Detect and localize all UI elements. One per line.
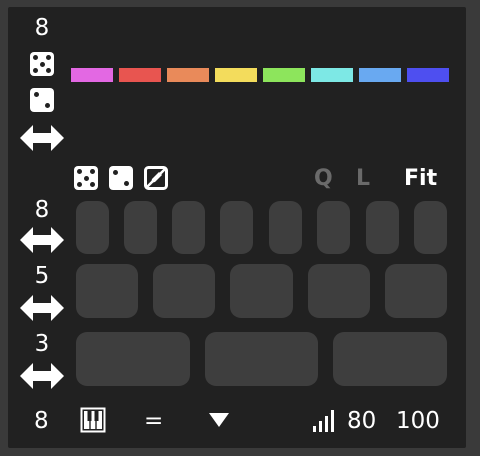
dice-two-icon[interactable]: [109, 166, 133, 190]
pad[interactable]: [385, 264, 447, 318]
dice-two-icon[interactable]: [30, 88, 54, 112]
pad[interactable]: [269, 201, 302, 254]
row2-count: 5: [34, 263, 50, 289]
palette-swatch[interactable]: [167, 68, 209, 82]
palette-swatch[interactable]: [215, 68, 257, 82]
top-count: 8: [34, 15, 50, 41]
equals-toggle[interactable]: =: [144, 407, 163, 435]
pad[interactable]: [76, 332, 190, 386]
palette-swatch[interactable]: [263, 68, 305, 82]
pad[interactable]: [366, 201, 399, 254]
palette-swatch[interactable]: [119, 68, 161, 82]
double-arrow-icon[interactable]: [20, 362, 64, 390]
velocity-high[interactable]: 100: [396, 407, 440, 435]
signal-bars-icon: [313, 410, 334, 432]
pad[interactable]: [414, 201, 447, 254]
legato-button[interactable]: L: [356, 165, 370, 193]
dice-five-icon[interactable]: [74, 166, 98, 190]
row3-count: 3: [34, 331, 50, 357]
pad[interactable]: [333, 332, 447, 386]
footer-count: 8: [34, 408, 49, 434]
pad[interactable]: [124, 201, 157, 254]
pad[interactable]: [172, 201, 205, 254]
pad[interactable]: [220, 201, 253, 254]
pad[interactable]: [76, 264, 138, 318]
pad[interactable]: [317, 201, 350, 254]
double-arrow-icon[interactable]: [20, 226, 64, 254]
pencil-crossed-icon[interactable]: [144, 166, 168, 190]
row1-count: 8: [34, 197, 50, 223]
double-arrow-icon[interactable]: [20, 124, 64, 152]
fit-button[interactable]: Fit: [404, 165, 437, 193]
velocity-low[interactable]: 80: [347, 407, 376, 435]
piano-keys-icon[interactable]: [80, 407, 106, 433]
palette-swatch[interactable]: [71, 68, 113, 82]
pad[interactable]: [205, 332, 318, 386]
palette-swatch[interactable]: [359, 68, 401, 82]
pad[interactable]: [153, 264, 215, 318]
triangle-down-icon[interactable]: [208, 412, 230, 428]
pad[interactable]: [230, 264, 293, 318]
double-arrow-icon[interactable]: [20, 294, 64, 322]
pad[interactable]: [308, 264, 370, 318]
quantize-button[interactable]: Q: [314, 165, 333, 193]
palette-swatch[interactable]: [311, 68, 353, 82]
dice-five-icon[interactable]: [30, 52, 54, 76]
palette-swatch[interactable]: [407, 68, 449, 82]
pad[interactable]: [76, 201, 109, 254]
